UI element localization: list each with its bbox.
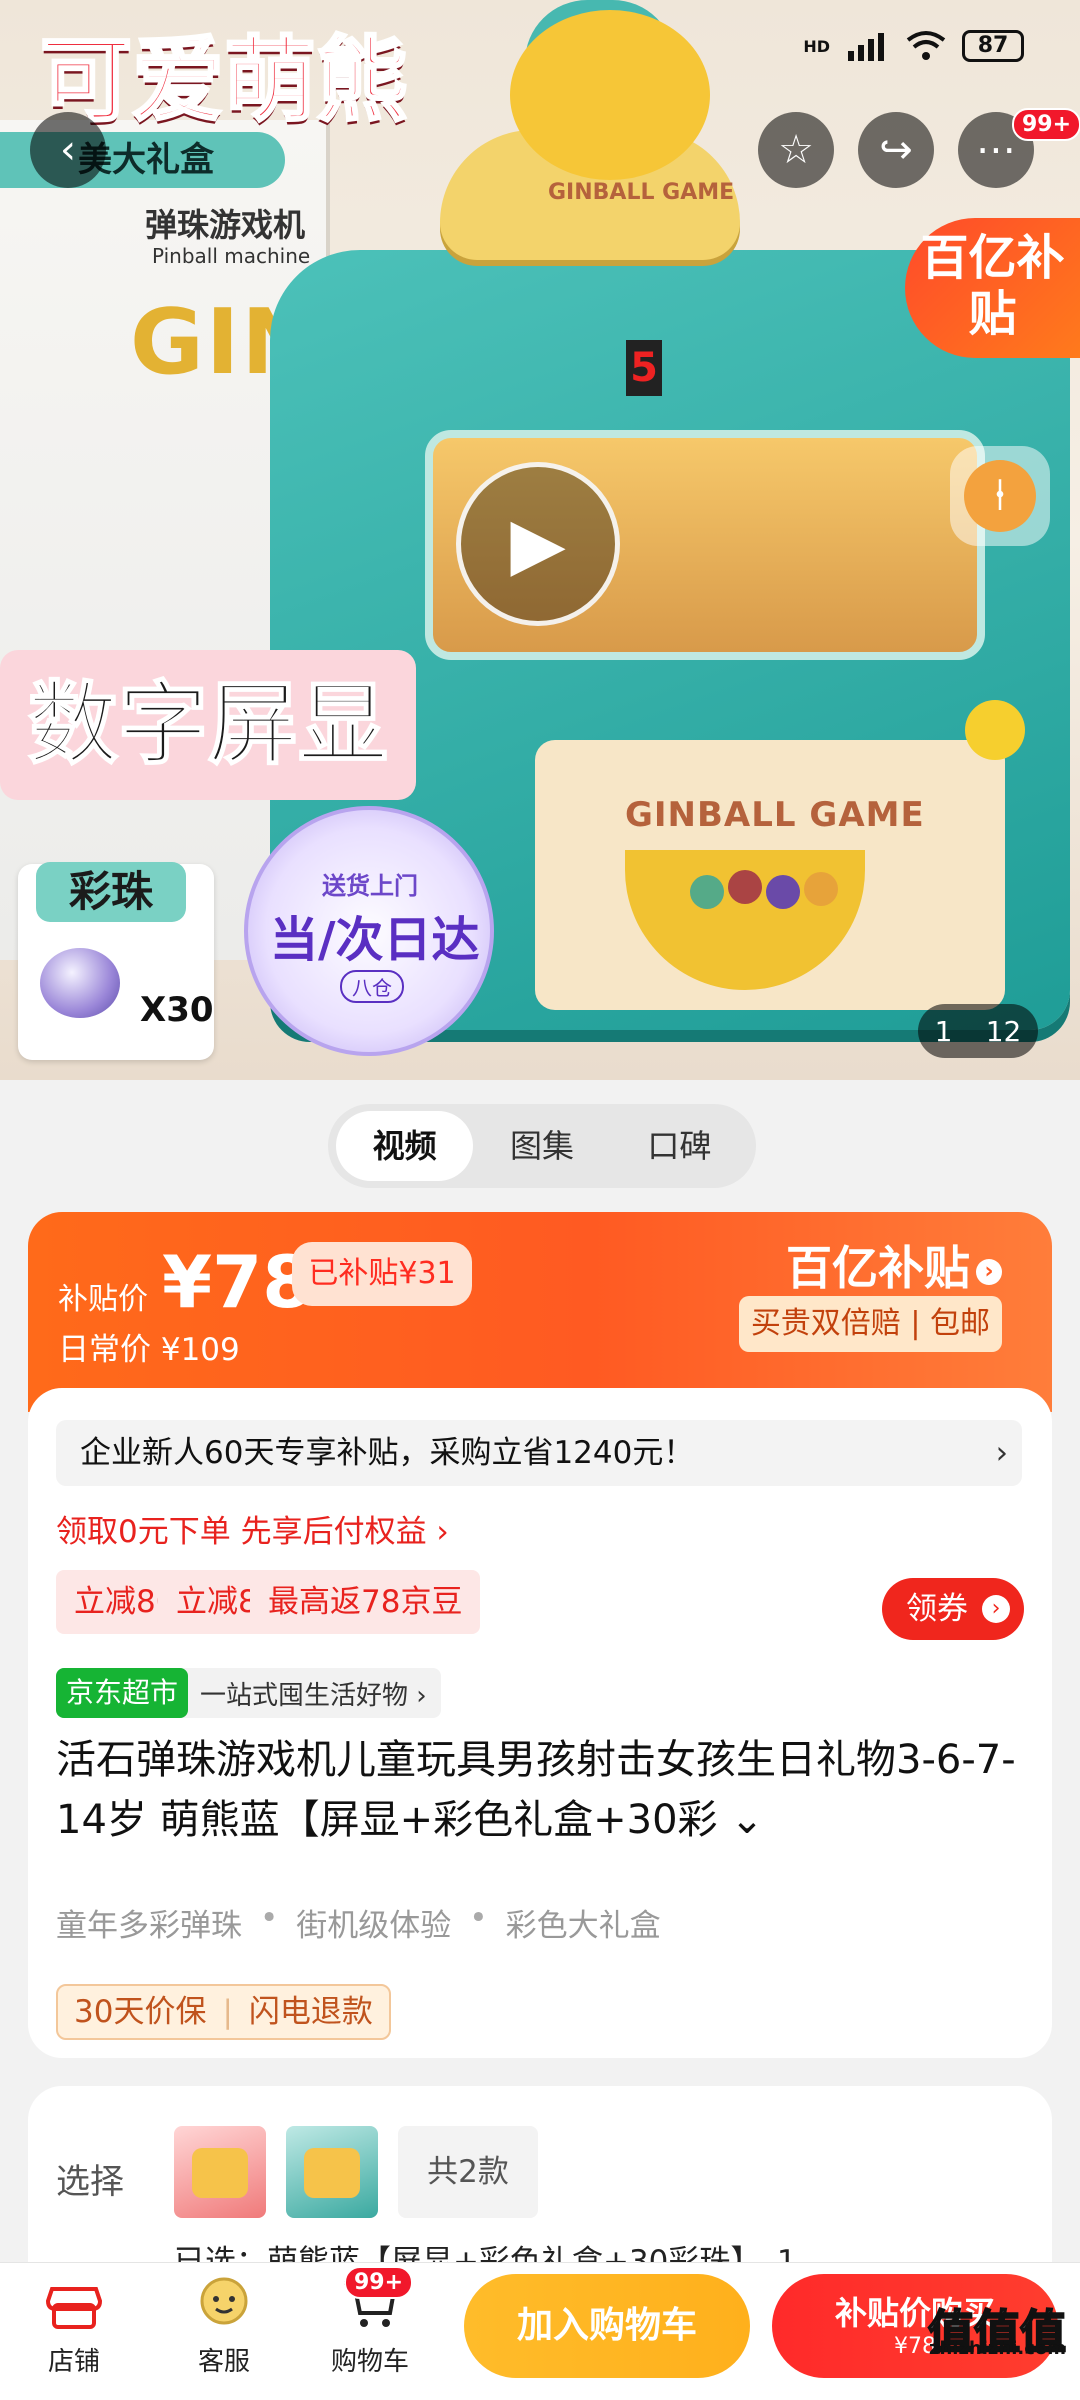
delivery-stamp-main: 当/次日达 — [270, 912, 480, 968]
feature-item: 彩色大礼盒 — [505, 1908, 661, 1944]
watermark-url: zhizhizhi.com — [928, 2338, 1066, 2359]
box-name-en: Pinball machine — [152, 244, 311, 268]
favorite-button[interactable]: ☆ — [758, 112, 834, 188]
service-label: 客服 — [197, 2347, 250, 2377]
daily-price-label: 日常价 — [58, 1332, 151, 1368]
cart-badge: 99+ — [344, 2266, 414, 2299]
delivery-stamp-top: 送货上门 — [322, 872, 418, 900]
subsidy-program-link[interactable]: 百亿补贴 › — [786, 1232, 1002, 1298]
variant-select-card[interactable]: 选择 共2款 已选：萌熊蓝【屏显+彩色礼盒+30彩珠】，1 — [28, 2086, 1052, 2286]
wifi-icon — [906, 31, 946, 60]
add-to-cart-button[interactable]: 加入购物车 — [464, 2274, 750, 2378]
store-tag: 京东超市 — [56, 1668, 189, 1718]
more-badge: 99+ — [1012, 108, 1080, 141]
variant-thumbnail[interactable] — [286, 2126, 378, 2218]
video-play-button[interactable]: ▶ — [456, 462, 620, 626]
store-nav[interactable]: 店铺 — [4, 2275, 144, 2378]
chevron-right-icon: › — [995, 1435, 1008, 1471]
bullet-separator: • — [260, 1900, 279, 1936]
bullet-separator: • — [469, 1900, 488, 1936]
marble — [728, 870, 762, 904]
price-guarantee[interactable]: 买贵双倍赔 | 包邮 — [738, 1296, 1002, 1352]
machine-digit: 5 — [626, 340, 662, 396]
accessibility-icon: ⍿ — [964, 460, 1036, 532]
product-details-card: 企业新人60天专享补贴，采购立省1240元！ › 领取0元下单 先享后付权益 ›… — [28, 1388, 1052, 2058]
machine-label-top: GINBALL GAME — [548, 180, 735, 205]
box-name-cn: 弹珠游戏机 — [145, 206, 306, 244]
beads-title: 彩珠 — [36, 862, 186, 922]
machine-knob — [965, 700, 1025, 760]
status-bar: HD 87 — [0, 0, 1080, 96]
coupon-tag: 最高返78京豆 — [250, 1570, 481, 1634]
feature-item: 街机级体验 — [296, 1908, 452, 1944]
variant-thumbnail[interactable] — [174, 2126, 266, 2218]
gallery-pager: 1 12 — [918, 1004, 1038, 1058]
service-guarantees[interactable]: 30天价保 | 闪电退款 — [56, 1984, 391, 2040]
store-icon — [45, 2287, 103, 2329]
promo-banner-text: 企业新人60天专享补贴，采购立省1240元！ — [80, 1435, 695, 1471]
share-button[interactable]: ↪ — [858, 112, 934, 188]
chevron-right-icon: › — [982, 1595, 1010, 1623]
subsidy-price-label: 补贴价 — [58, 1282, 148, 1317]
battery-icon: 87 — [962, 30, 1024, 62]
separator: | — [222, 1994, 233, 2030]
tab-video[interactable]: 视频 — [336, 1111, 474, 1181]
marble — [690, 875, 724, 909]
bead-image — [40, 948, 120, 1018]
subsidy-program-logo: 百亿补贴 — [786, 1241, 970, 1295]
tab-gallery[interactable]: 图集 — [473, 1111, 610, 1181]
feature-list: 童年多彩弹珠 • 街机级体验 • 彩色大礼盒 — [56, 1900, 661, 1945]
accessibility-float[interactable]: ⍿ — [950, 446, 1050, 546]
feature-item: 童年多彩弹珠 — [56, 1908, 242, 1944]
daily-price-value: ¥109 — [160, 1332, 240, 1368]
back-button[interactable]: ‹ — [30, 112, 106, 188]
product-title[interactable]: 活石弹珠游戏机儿童玩具男孩射击女孩生日礼物3-6-7-14岁 萌熊蓝【屏显+彩色… — [56, 1730, 1022, 1850]
feature-banner: 数字屏显 — [0, 650, 416, 800]
guarantee-item: 闪电退款 — [248, 1994, 373, 2030]
promo-banner[interactable]: 企业新人60天专享补贴，采购立省1240元！ › — [56, 1420, 1022, 1486]
guarantee-item: 30天价保 — [74, 1994, 207, 2030]
get-coupon-label: 领券 — [906, 1591, 968, 1627]
beads-count: X30 — [140, 990, 214, 1030]
price-card: 补贴价 ¥78 已补贴¥31 日常价 ¥109 百亿补贴 › 买贵双倍赔 | 包邮 — [28, 1212, 1052, 1412]
signal-icon — [848, 33, 884, 61]
media-tabs: 视频 图集 口碑 — [328, 1104, 756, 1188]
subsidy-corner-badge[interactable]: 百亿补贴 — [905, 218, 1080, 358]
machine-label-front: GINBALL GAME — [625, 795, 925, 835]
network-indicator: HD — [803, 36, 830, 56]
select-label: 选择 — [56, 2162, 124, 2202]
get-coupon-button[interactable]: 领券 › — [882, 1578, 1024, 1640]
marble — [804, 872, 838, 906]
cart-label: 购物车 — [330, 2347, 409, 2377]
service-nav[interactable]: 客服 — [154, 2275, 294, 2378]
subsidized-amount: 已补贴¥31 — [292, 1242, 472, 1306]
pager-total: 12 — [985, 1014, 1022, 1048]
tab-reviews[interactable]: 口碑 — [611, 1111, 748, 1181]
pager-current: 1 — [934, 1014, 953, 1048]
total-variants[interactable]: 共2款 — [398, 2126, 538, 2218]
pay-later-link[interactable]: 领取0元下单 先享后付权益 › — [56, 1506, 449, 1551]
subsidy-price: ¥78 — [162, 1240, 313, 1324]
store-row[interactable]: 京东超市 一站式囤生活好物 › — [56, 1668, 441, 1718]
daily-price: 日常价 ¥109 — [58, 1324, 240, 1369]
customer-service-icon — [200, 2277, 248, 2325]
chevron-right-icon: › — [976, 1258, 1002, 1285]
store-label: 店铺 — [47, 2347, 100, 2377]
marble — [766, 875, 800, 909]
store-slogan: 一站式囤生活好物 › — [200, 1680, 427, 1711]
delivery-stamp-sub: 八仓 — [340, 970, 404, 1003]
